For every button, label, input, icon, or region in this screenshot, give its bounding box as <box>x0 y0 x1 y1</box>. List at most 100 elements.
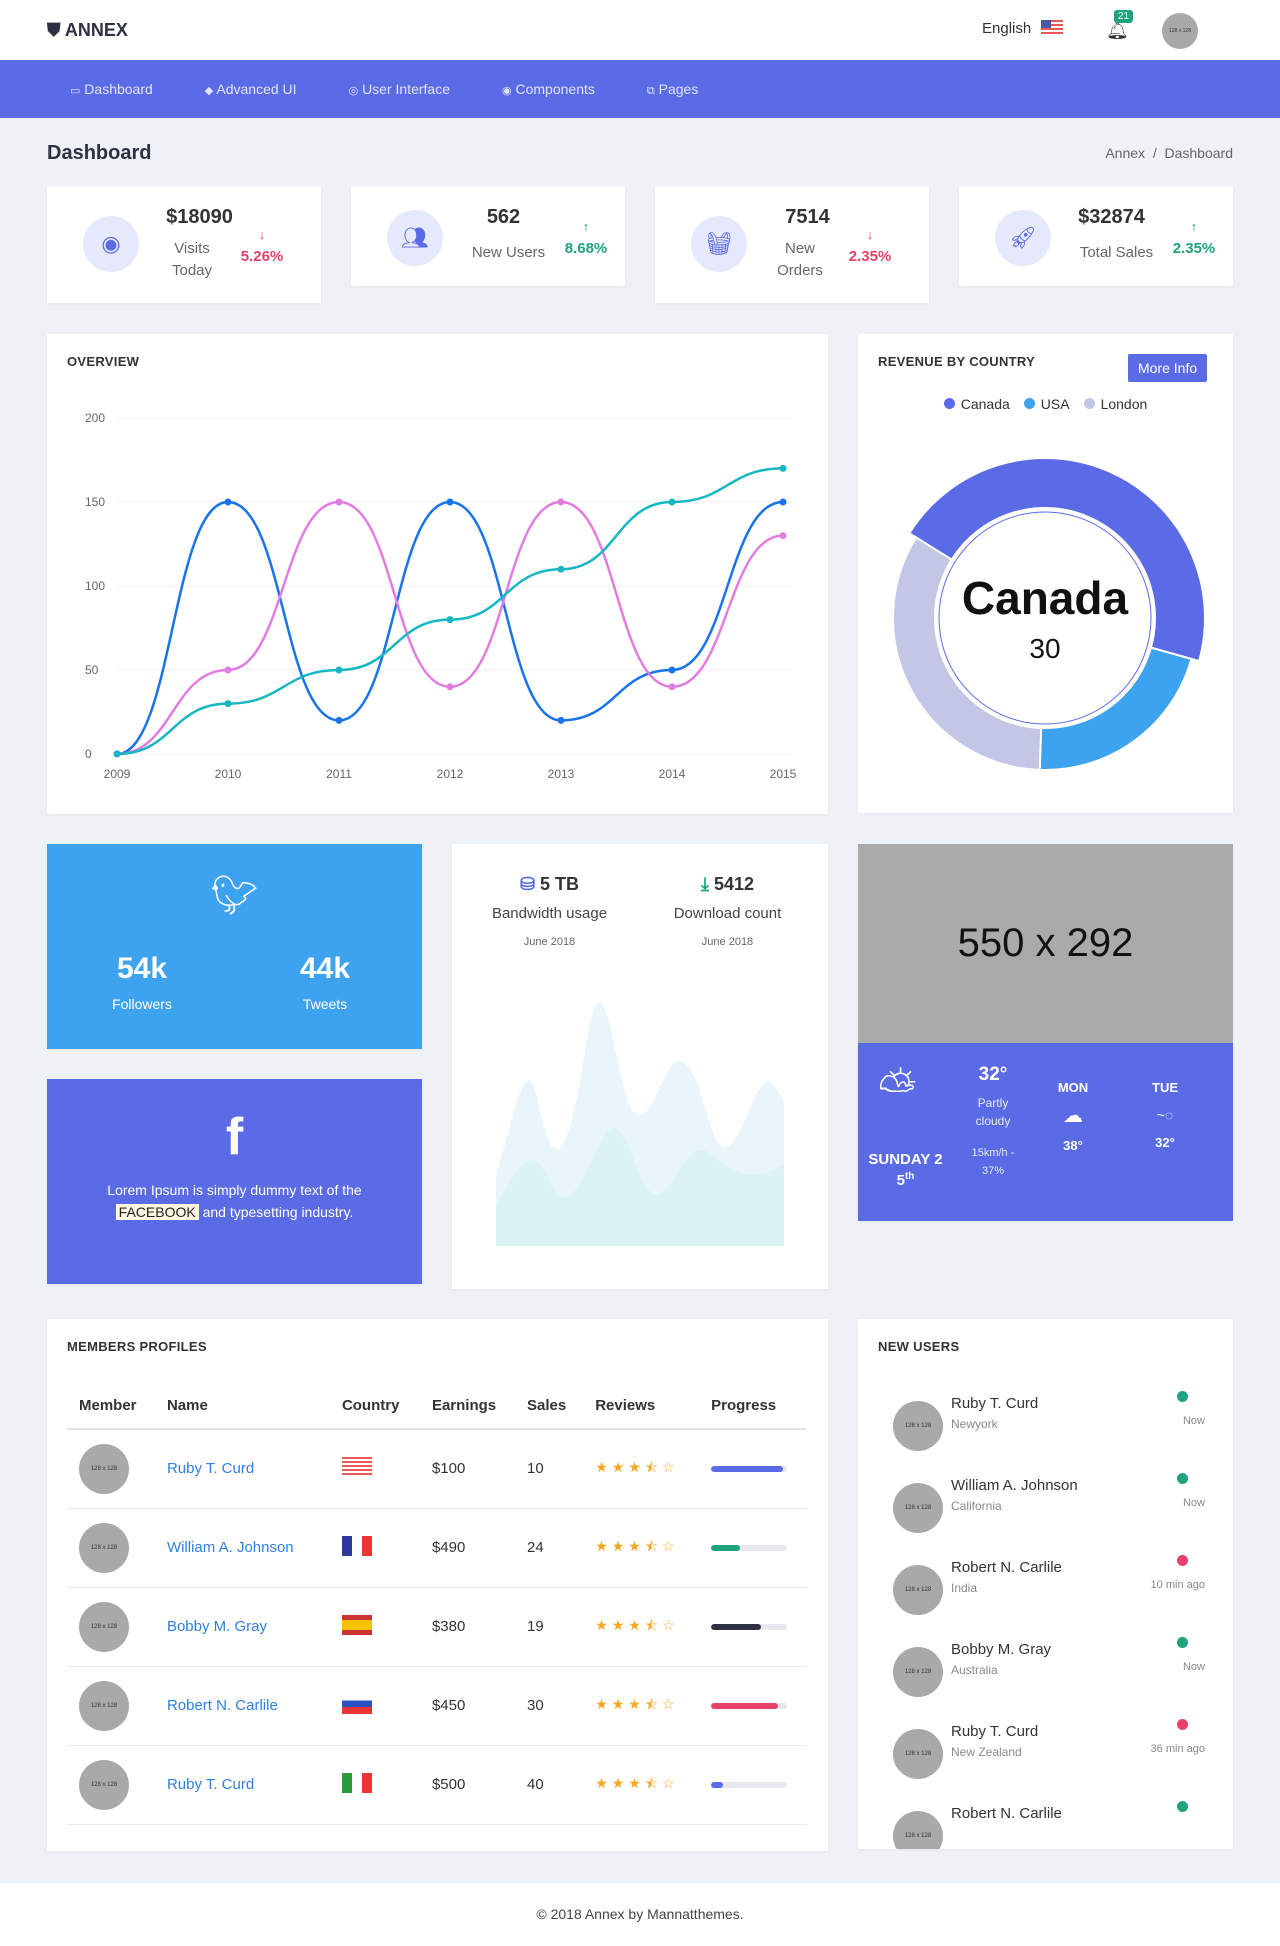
data-point <box>335 716 343 724</box>
flag-usa-icon <box>341 1456 372 1477</box>
member-name-link[interactable]: William A. Johnson <box>167 1539 294 1556</box>
overview-line-chart: 0 50 100 150 200 2009 2010 2011 2012 2013 2014 2015 <box>85 411 797 781</box>
tweets-label: Tweets <box>302 996 348 1012</box>
user-time: Now <box>1182 1497 1205 1509</box>
diamond-icon: ◆ <box>204 85 214 97</box>
overview-card: OVERVIEW 0 50 100 150 200 2009 2010 2011 2012 201… <box>47 334 828 814</box>
logo[interactable]: ⛊ ANNEX <box>47 20 128 41</box>
data-point <box>224 700 232 708</box>
tweets-count: 44k <box>299 952 351 985</box>
user-name: Ruby T. Curd <box>951 1395 1039 1412</box>
member-name-link[interactable]: Robert N. Carlile <box>167 1697 278 1714</box>
weather-day: SUNDAY 25th <box>868 1151 943 1189</box>
twitter-card: 🐦︎ 54k Followers 44k Tweets <box>47 844 422 1049</box>
table-row: 128 x 128 Robert N. Carlile $450 30 ★★★⯪☆ <box>67 1666 807 1746</box>
progress-bar <box>711 1781 788 1788</box>
table-row: 128 x 128 Ruby T. Curd $500 40 ★★★⯪☆ <box>67 1745 807 1825</box>
x-tick-label: 2015 <box>770 767 797 781</box>
y-tick-label: 150 <box>85 495 105 509</box>
list-item[interactable]: 128 x 128 Robert N. Carlile <box>893 1801 1223 1849</box>
legend-item[interactable]: Canada <box>943 396 1010 412</box>
status-dot <box>1177 1801 1188 1812</box>
data-point <box>557 498 565 506</box>
nav-item-dashboard[interactable]: ▭ Dashboard <box>70 81 153 97</box>
more-info-button[interactable]: More Info <box>1128 354 1208 382</box>
database-icon: ⛁ <box>519 874 536 894</box>
member-name-link[interactable]: Ruby T. Curd <box>167 1460 254 1477</box>
column-header: Progress <box>699 1383 807 1430</box>
list-item[interactable]: 128 x 128 Ruby T. Curd New Zealand 36 min a… <box>893 1719 1223 1779</box>
user-avatar: 128 x 128 <box>893 1729 943 1779</box>
nav-item-user-interface[interactable]: ◎ User Interface <box>349 81 450 97</box>
webcam-icon: ◉ <box>83 216 139 272</box>
nav-item-pages[interactable]: ⧉ Pages <box>647 81 698 98</box>
user-avatar: 128 x 128 <box>893 1565 943 1615</box>
basket-icon: 🧺︎ <box>691 216 747 272</box>
user-location: California <box>951 1499 1002 1513</box>
column-header: Reviews <box>583 1383 700 1430</box>
user-time: 10 min ago <box>1150 1579 1205 1591</box>
nav-item-components[interactable]: ◉ Components <box>502 81 595 97</box>
stat-label: New Users <box>471 244 546 261</box>
facebook-text-before: Lorem Ipsum is simply dummy text of the <box>107 1182 362 1198</box>
download-icon: ⤓ <box>700 874 709 894</box>
stat-card: 🧺︎ 7514 New Orders ↓ 2.35% <box>655 186 929 303</box>
list-item[interactable]: 128 x 128 Bobby M. Gray Australia Now <box>893 1637 1223 1697</box>
page-title: Dashboard <box>47 142 152 164</box>
arrow-up-icon: ↑ <box>1190 219 1198 234</box>
list-item[interactable]: 128 x 128 Robert N. Carlile India 10 min ag… <box>893 1555 1223 1615</box>
user-avatar[interactable]: 128 x 128 <box>1162 13 1198 49</box>
life-ring-icon: ◉ <box>502 85 512 97</box>
arrow-down-icon: ↓ <box>258 227 266 242</box>
stat-label: Total Sales <box>1079 244 1154 261</box>
flag-spain-icon <box>341 1614 372 1635</box>
stat-card: 👥︎ 562 New Users ↑ 8.68% <box>351 186 625 286</box>
area-sparkline <box>496 1002 784 1246</box>
facebook-highlight: FACEBOOK <box>115 1204 199 1220</box>
user-name: Robert N. Carlile <box>951 1559 1062 1576</box>
stat-label: New Orders <box>777 240 823 279</box>
flag-russia-icon <box>341 1693 372 1714</box>
rocket-icon: 🚀︎ <box>995 210 1051 266</box>
user-location: India <box>951 1581 978 1595</box>
legend-item[interactable]: London <box>1083 396 1147 412</box>
status-dot <box>1177 1555 1188 1566</box>
earnings: $490 <box>419 1508 516 1588</box>
user-name: Ruby T. Curd <box>951 1723 1039 1740</box>
logo-icon: ⛊ <box>47 20 65 40</box>
member-name-link[interactable]: Ruby T. Curd <box>167 1776 254 1793</box>
y-tick-label: 0 <box>85 747 92 761</box>
data-point <box>779 464 787 472</box>
main-nav: ▭ Dashboard ◆ Advanced UI ◎ User Interface… <box>0 60 1280 118</box>
card-title: NEW USERS <box>878 1339 960 1354</box>
y-tick-label: 50 <box>85 663 99 677</box>
table-row: 128 x 128 Ruby T. Curd $100 10 ★★★⯪☆ <box>67 1429 807 1509</box>
star-rating-icon: ★★★⯪☆ <box>595 1458 679 1475</box>
us-flag-icon <box>1041 20 1064 35</box>
copy-icon: ⧉ <box>646 84 655 97</box>
download-date: June 2018 <box>701 936 754 948</box>
donut-legend: Canada USA London <box>858 396 1233 412</box>
user-time: Now <box>1182 1415 1205 1427</box>
new-users-card: NEW USERS 128 x 128 Ruby T. Curd Newyork No… <box>858 1319 1233 1849</box>
sales: 40 <box>515 1745 584 1825</box>
breadcrumb-annex[interactable]: Annex <box>1105 145 1145 161</box>
download-value: 5412 <box>713 874 755 894</box>
language-selector[interactable]: English <box>982 20 1064 37</box>
facebook-text: Lorem Ipsum is simply dummy text of the … <box>97 1179 372 1223</box>
legend-item[interactable]: USA <box>1023 396 1070 412</box>
flag-italy-icon <box>341 1772 372 1793</box>
series-line <box>116 500 784 756</box>
status-dot <box>1177 1391 1188 1402</box>
data-point <box>779 532 787 540</box>
member-name-link[interactable]: Bobby M. Gray <box>167 1618 267 1635</box>
bell-icon[interactable]: 🔔︎ <box>1106 20 1129 41</box>
partly-cloudy-icon: ⛅︎ <box>878 1063 917 1116</box>
list-item[interactable]: 128 x 128 William A. Johnson California Now <box>893 1473 1223 1533</box>
progress-bar <box>711 1544 788 1551</box>
nav-item-advanced-ui[interactable]: ◆ Advanced UI <box>205 81 297 97</box>
bandwidth-value: 5 TB <box>540 874 580 894</box>
series-line <box>116 500 784 756</box>
list-item[interactable]: 128 x 128 Ruby T. Curd Newyork Now <box>893 1391 1223 1451</box>
earnings: $450 <box>419 1666 516 1746</box>
